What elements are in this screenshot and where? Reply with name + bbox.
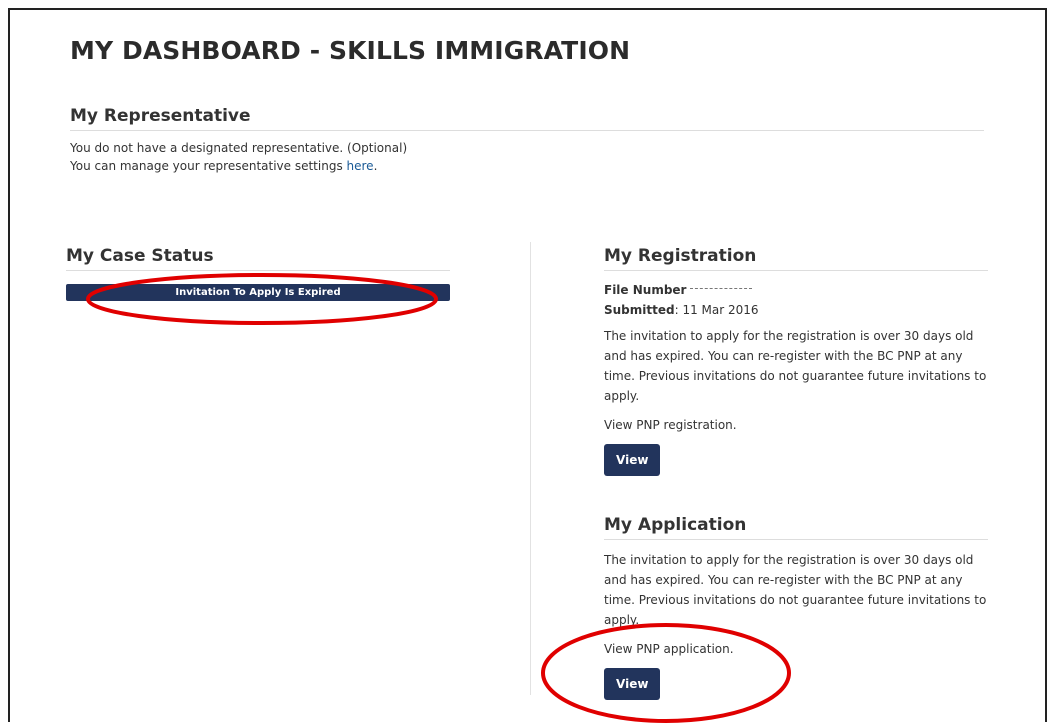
representative-manage-text: You can manage your representative setti… bbox=[70, 157, 984, 175]
representative-heading: My Representative bbox=[70, 106, 984, 131]
registration-view-text: View PNP registration. bbox=[604, 418, 737, 432]
file-number-redacted bbox=[690, 288, 753, 293]
representative-settings-link[interactable]: here bbox=[347, 159, 374, 173]
application-message: The invitation to apply for the registra… bbox=[604, 553, 987, 627]
registration-message: The invitation to apply for the registra… bbox=[604, 329, 987, 403]
representative-manage-prefix: You can manage your representative setti… bbox=[70, 159, 347, 173]
representative-manage-suffix: . bbox=[373, 159, 378, 173]
submitted-row: Submitted: 11 Mar 2016 bbox=[604, 300, 988, 320]
view-registration-button[interactable]: View bbox=[604, 444, 661, 476]
submitted-label: Submitted bbox=[604, 303, 675, 317]
case-status-badge: Invitation To Apply Is Expired bbox=[66, 284, 450, 301]
application-view-text: View PNP application. bbox=[604, 642, 734, 656]
representative-section: My Representative You do not have a desi… bbox=[70, 106, 984, 175]
case-status-section: My Case Status Invitation To Apply Is Ex… bbox=[66, 246, 450, 301]
view-application-button[interactable]: View bbox=[604, 668, 661, 700]
registration-heading: My Registration bbox=[604, 246, 988, 271]
column-divider bbox=[530, 242, 531, 695]
file-number-label: File Number bbox=[604, 283, 687, 297]
submitted-date: : 11 Mar 2016 bbox=[674, 303, 759, 317]
representative-status-text: You do not have a designated representat… bbox=[70, 141, 408, 155]
registration-section: My Registration File Number Submitted: 1… bbox=[604, 246, 988, 476]
application-heading: My Application bbox=[604, 515, 988, 540]
application-section: My Application The invitation to apply f… bbox=[604, 515, 988, 700]
file-number-row: File Number bbox=[604, 280, 988, 300]
case-status-heading: My Case Status bbox=[66, 246, 450, 271]
registration-meta: File Number Submitted: 11 Mar 2016 bbox=[604, 280, 988, 320]
page-title: MY DASHBOARD - SKILLS IMMIGRATION bbox=[70, 36, 631, 65]
